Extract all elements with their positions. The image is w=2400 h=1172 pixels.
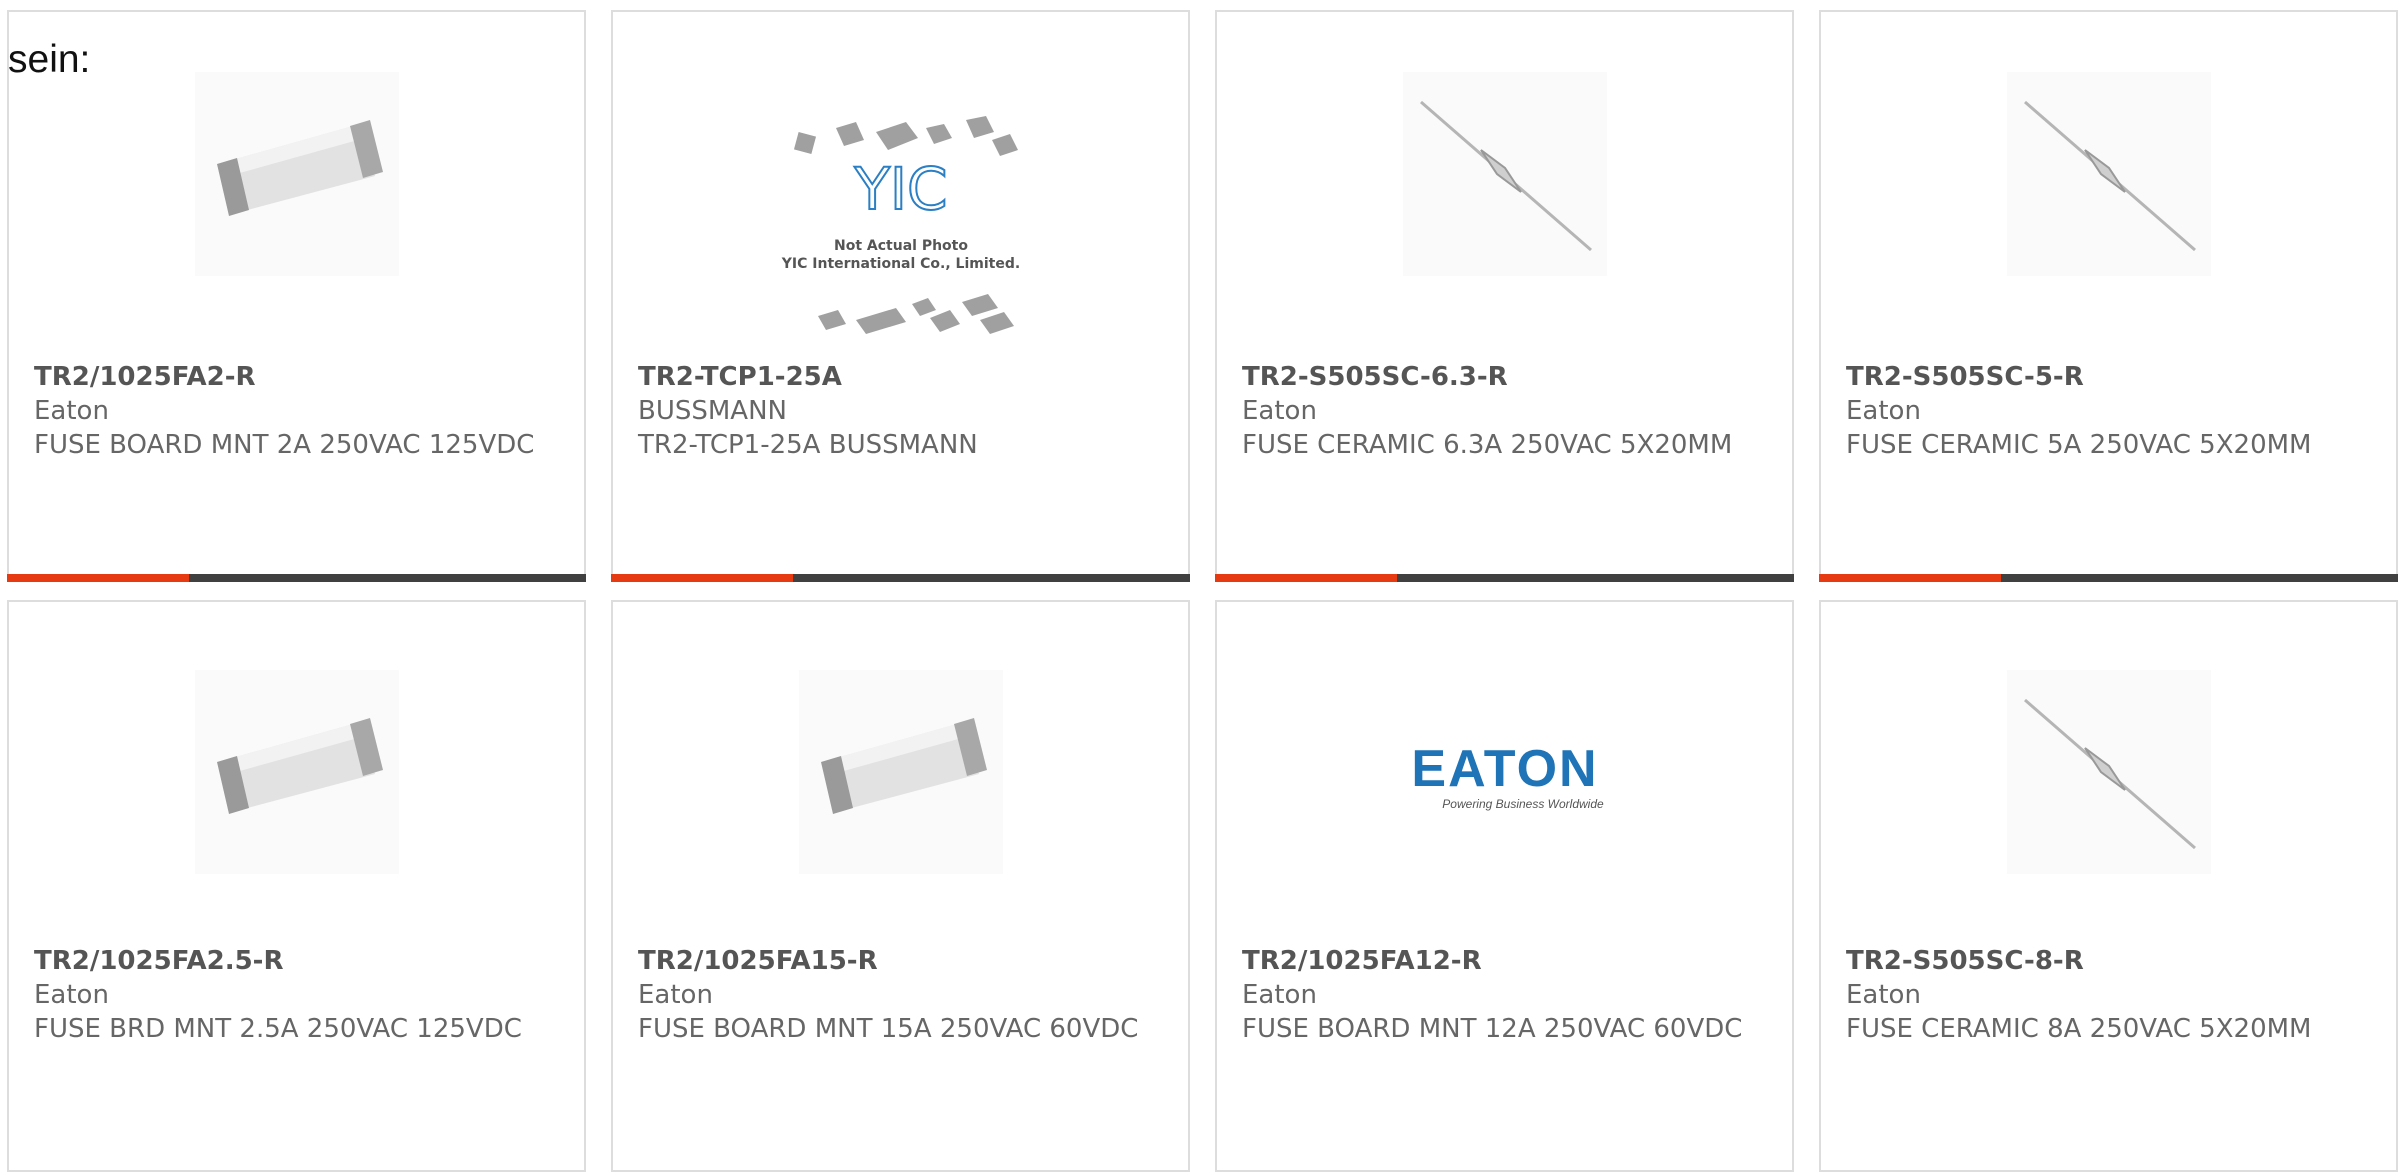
card-bar (611, 574, 1190, 582)
part-number-link[interactable]: TR2-S505SC-8-R (1846, 944, 2376, 978)
product-image[interactable] (2006, 670, 2211, 874)
product-image[interactable] (1402, 72, 1607, 276)
placeholder-caption: Not Actual Photo (834, 238, 968, 254)
product-card[interactable]: EATON Powering Business Worldwide TR2/10… (1215, 600, 1794, 1172)
manufacturer-label: Eaton (1242, 980, 1317, 1010)
description-label: FUSE BOARD MNT 15A 250VAC 60VDC (638, 1014, 1139, 1044)
product-card[interactable]: YIC Not Actual Photo YIC International C… (611, 10, 1190, 582)
card-bar (1215, 574, 1794, 582)
description-label: FUSE CERAMIC 5A 250VAC 5X20MM (1846, 430, 2312, 460)
part-number-link[interactable]: TR2-S505SC-5-R (1846, 360, 2376, 394)
product-card[interactable]: TR2/1025FA2.5-R Eaton FUSE BRD MNT 2.5A … (7, 600, 586, 1172)
product-image[interactable]: YIC Not Actual Photo YIC International C… (766, 104, 1036, 344)
part-number-link[interactable]: TR2/1025FA2-R (34, 360, 564, 394)
product-image[interactable] (194, 670, 399, 874)
part-number-link[interactable]: TR2-S505SC-6.3-R (1242, 360, 1772, 394)
eaton-tagline: Powering Business Worldwide (1442, 797, 1604, 811)
manufacturer-label: Eaton (34, 980, 109, 1010)
description-label: TR2-TCP1-25A BUSSMANN (638, 430, 978, 460)
manufacturer-label: Eaton (34, 396, 109, 426)
product-image[interactable] (2006, 72, 2211, 276)
description-label: FUSE BRD MNT 2.5A 250VAC 125VDC (34, 1014, 522, 1044)
description-label: FUSE BOARD MNT 2A 250VAC 125VDC (34, 430, 535, 460)
description-label: FUSE CERAMIC 6.3A 250VAC 5X20MM (1242, 430, 1733, 460)
part-number-link[interactable]: TR2/1025FA15-R (638, 944, 1168, 978)
eaton-logo-text: EATON (1411, 740, 1598, 798)
manufacturer-label: Eaton (1242, 396, 1317, 426)
product-card[interactable]: TR2-S505SC-6.3-R Eaton FUSE CERAMIC 6.3A… (1215, 10, 1794, 582)
description-label: FUSE BOARD MNT 12A 250VAC 60VDC (1242, 1014, 1743, 1044)
product-image[interactable] (194, 72, 399, 276)
product-card[interactable]: TR2-S505SC-5-R Eaton FUSE CERAMIC 5A 250… (1819, 10, 2398, 582)
manufacturer-label: BUSSMANN (638, 396, 787, 426)
manufacturer-label: Eaton (1846, 396, 1921, 426)
intro-text: sein: (8, 38, 91, 81)
manufacturer-label: Eaton (1846, 980, 1921, 1010)
placeholder-company: YIC International Co., Limited. (780, 256, 1019, 272)
product-image[interactable]: EATON Powering Business Worldwide (1403, 670, 1607, 874)
product-card[interactable]: TR2/1025FA15-R Eaton FUSE BOARD MNT 15A … (611, 600, 1190, 1172)
product-card[interactable]: TR2-S505SC-8-R Eaton FUSE CERAMIC 8A 250… (1819, 600, 2398, 1172)
product-card[interactable]: TR2/1025FA2-R Eaton FUSE BOARD MNT 2A 25… (7, 10, 586, 582)
description-label: FUSE CERAMIC 8A 250VAC 5X20MM (1846, 1014, 2312, 1044)
yic-logo-text: YIC (853, 155, 947, 223)
part-number-link[interactable]: TR2-TCP1-25A (638, 360, 1168, 394)
part-number-link[interactable]: TR2/1025FA2.5-R (34, 944, 564, 978)
manufacturer-label: Eaton (638, 980, 713, 1010)
product-image[interactable] (798, 670, 1003, 874)
part-number-link[interactable]: TR2/1025FA12-R (1242, 944, 1772, 978)
card-bar (1819, 574, 2398, 582)
card-bar (7, 574, 586, 582)
